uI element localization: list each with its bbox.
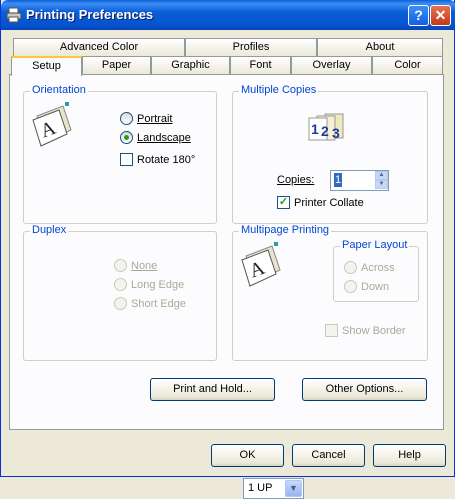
duplex-long-radio[interactable]: Long Edge [114, 278, 184, 291]
landscape-radio[interactable]: Landscape [120, 131, 191, 144]
tab-font[interactable]: Font [230, 56, 291, 74]
show-border-checkbox[interactable]: Show Border [325, 324, 406, 337]
multipage-preview-icon: A [241, 242, 281, 287]
layout-across-circle[interactable] [344, 261, 357, 274]
tab-color[interactable]: Color [372, 56, 443, 74]
portrait-radio[interactable]: Portrait [120, 112, 172, 125]
printer-collate-label: Printer Collate [294, 196, 364, 209]
paper-layout-group: Paper Layout Across Down [333, 239, 419, 302]
printer-collate-checkbox[interactable]: ✓ Printer Collate [277, 196, 364, 209]
title-help-button[interactable]: ? [408, 5, 429, 26]
svg-text:1: 1 [311, 121, 319, 137]
duplex-long-circle[interactable] [114, 278, 127, 291]
orientation-preview-icon: A [32, 102, 72, 147]
copies-label: Copies: [277, 174, 315, 186]
spinner-arrows[interactable]: ▲ ▼ [375, 171, 388, 190]
tab-about[interactable]: About [317, 38, 443, 56]
multipage-label: Multipage Printing [239, 224, 332, 236]
duplex-none-radio[interactable]: None [114, 259, 157, 272]
rotate-label: Rotate 180° [137, 153, 196, 166]
cancel-button[interactable]: Cancel [292, 444, 365, 467]
duplex-label: Duplex [30, 224, 69, 236]
duplex-short-label: Short Edge [131, 297, 187, 310]
landscape-label: Landscape [137, 131, 191, 144]
tab-setup[interactable]: Setup [11, 56, 82, 76]
show-border-label: Show Border [342, 324, 406, 337]
collate-pages-icon: 1 2 3 [308, 113, 344, 141]
duplex-short-radio[interactable]: Short Edge [114, 297, 186, 310]
orientation-label: Orientation [30, 84, 88, 96]
layout-down-radio[interactable]: Down [344, 280, 389, 293]
svg-text:2: 2 [321, 123, 329, 139]
copies-spinner[interactable]: 1 ▲ ▼ [330, 170, 389, 191]
duplex-none-circle[interactable] [114, 259, 127, 272]
title-close-button[interactable]: ✕ [430, 5, 451, 26]
ok-button[interactable]: OK [211, 444, 284, 467]
rotate-checkbox-box[interactable] [120, 153, 133, 166]
orientation-group: Orientation A Portrait Landscape Rotate … [23, 84, 217, 224]
show-border-box[interactable] [325, 324, 338, 337]
tab-overlay[interactable]: Overlay [291, 56, 372, 74]
multipage-group: Multipage Printing A Paper Layout Across… [232, 224, 428, 499]
paper-layout-label: Paper Layout [340, 239, 410, 251]
multiple-copies-group: Multiple Copies 1 2 3 Copies: 1 ▲ ▼ ✓ Pr… [232, 84, 428, 224]
layout-across-label: Across [361, 261, 395, 274]
nup-select[interactable]: 1 UP ▼ [243, 478, 304, 499]
tab-profiles[interactable]: Profiles [185, 38, 317, 56]
svg-text:3: 3 [332, 125, 340, 141]
landscape-radio-circle[interactable] [120, 131, 133, 144]
chevron-down-icon[interactable]: ▼ [285, 480, 302, 497]
tab-paper[interactable]: Paper [82, 56, 151, 74]
multiple-copies-label: Multiple Copies [239, 84, 319, 96]
layout-across-radio[interactable]: Across [344, 261, 395, 274]
duplex-short-circle[interactable] [114, 297, 127, 310]
tab-graphic[interactable]: Graphic [151, 56, 230, 74]
layout-down-circle[interactable] [344, 280, 357, 293]
layout-down-label: Down [361, 280, 390, 293]
spinner-up-icon[interactable]: ▲ [375, 171, 388, 180]
printing-preferences-window: Printing Preferences ? ✕ Advanced Color … [0, 0, 455, 499]
other-options-button[interactable]: Other Options... [302, 378, 427, 401]
portrait-label: Portrait [137, 112, 173, 125]
rotate-checkbox[interactable]: Rotate 180° [120, 153, 195, 166]
duplex-long-label: Long Edge [131, 278, 185, 291]
printer-icon [6, 7, 22, 23]
duplex-group: Duplex None Long Edge Short Edge [23, 224, 217, 361]
collate-check-icon[interactable]: ✓ [277, 196, 290, 209]
copies-value[interactable]: 1 [334, 173, 342, 187]
spinner-down-icon[interactable]: ▼ [375, 180, 388, 189]
print-and-hold-button[interactable]: Print and Hold... [150, 378, 275, 401]
nup-value: 1 UP [248, 482, 273, 494]
help-button[interactable]: Help [373, 444, 446, 467]
portrait-radio-circle[interactable] [120, 112, 133, 125]
setup-panel: Orientation A Portrait Landscape Rotate … [9, 74, 444, 499]
tab-advanced-color[interactable]: Advanced Color [13, 38, 185, 56]
duplex-none-label: None [131, 259, 158, 272]
window-title: Printing Preferences [26, 7, 154, 22]
title-bar[interactable]: Printing Preferences ? ✕ [1, 0, 455, 30]
